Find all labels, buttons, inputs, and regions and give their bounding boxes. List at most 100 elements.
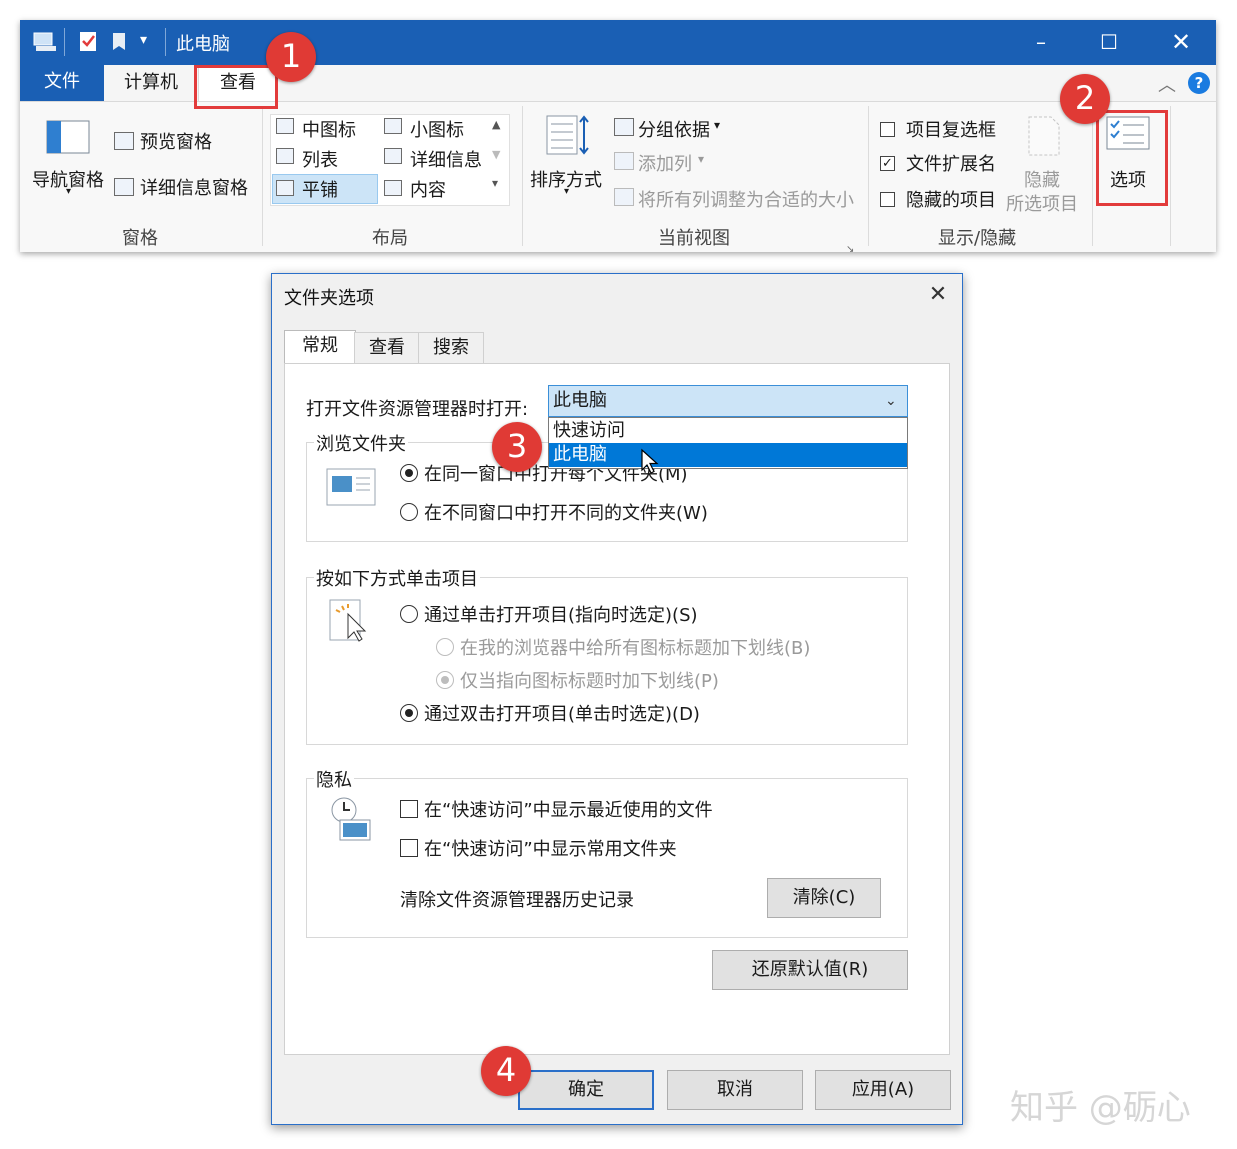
collapse-ribbon-icon[interactable]: ︿ <box>1158 71 1176 97</box>
hide-selected-label-1[interactable]: 隐藏 <box>1024 166 1060 192</box>
properties-icon[interactable] <box>78 30 100 54</box>
window-title: 此电脑 <box>176 34 230 55</box>
frequent-folders-checkbox[interactable] <box>400 839 418 857</box>
step-badge-1: 1 <box>266 32 316 82</box>
dropdown-selected-value: 此电脑 <box>553 390 607 411</box>
details-icon <box>384 148 402 164</box>
browse-different-window-label: 在不同窗口中打开不同的文件夹(W) <box>424 503 708 524</box>
frequent-folders-label: 在“快速访问”中显示常用文件夹 <box>424 839 677 860</box>
clear-button[interactable]: 清除(C) <box>767 878 881 918</box>
privacy-clock-icon <box>331 797 371 841</box>
details-pane-icon <box>114 178 134 196</box>
nav-pane-dropdown-icon[interactable]: ▾ <box>66 186 71 197</box>
explorer-window: ▾ 此电脑 – ☐ ✕ 文件 计算机 查看 ︿ ? 导航窗格 ▾ 预览窗格 详细… <box>20 20 1216 255</box>
maximize-icon[interactable]: ☐ <box>1086 26 1132 58</box>
group-separator <box>868 106 869 246</box>
sort-dropdown-icon[interactable]: ▾ <box>564 186 569 197</box>
group-by-button[interactable]: 分组依据 <box>638 116 710 142</box>
hidden-items-checkbox[interactable] <box>880 192 895 207</box>
sort-by-icon <box>546 115 589 155</box>
hidden-items-label: 隐藏的项目 <box>906 190 996 211</box>
navigation-pane-icon <box>46 120 90 154</box>
apply-button[interactable]: 应用(A) <box>815 1070 951 1110</box>
double-click-label: 通过双击打开项目(单击时选定)(D) <box>424 704 700 725</box>
step-badge-3: 3 <box>492 422 542 472</box>
underline-point-label: 仅当指向图标标题时加下划线(P) <box>460 671 719 692</box>
gallery-down-icon[interactable]: ▼ <box>492 148 500 161</box>
group-label-layout: 布局 <box>372 228 408 249</box>
add-columns-button[interactable]: 添加列 <box>638 150 692 176</box>
group-by-dropdown-icon[interactable]: ▾ <box>714 118 720 132</box>
size-columns-icon <box>614 188 634 206</box>
underline-all-label: 在我的浏览器中给所有图标标题加下划线(B) <box>460 638 811 659</box>
item-check-boxes-checkbox[interactable] <box>880 122 895 137</box>
layout-content[interactable]: 内容 <box>410 176 446 202</box>
single-click-radio[interactable] <box>400 605 418 623</box>
tiles-icon <box>276 180 294 196</box>
new-folder-icon[interactable] <box>110 30 130 54</box>
content-icon <box>384 180 402 196</box>
recent-files-label: 在“快速访问”中显示最近使用的文件 <box>424 800 713 821</box>
qat-divider <box>64 28 65 56</box>
add-columns-dropdown-icon[interactable]: ▾ <box>698 152 704 166</box>
dropdown-option-this-pc[interactable]: 此电脑 <box>549 443 907 467</box>
tab-computer[interactable]: 计算机 <box>112 65 190 101</box>
watermark: 知乎 @砺心 <box>1010 1088 1191 1128</box>
group-separator <box>1092 106 1093 246</box>
browse-folders-legend: 浏览文件夹 <box>314 430 408 456</box>
dropdown-option-quick-access[interactable]: 快速访问 <box>549 419 907 443</box>
ok-button[interactable]: 确定 <box>518 1070 654 1110</box>
layout-details[interactable]: 详细信息 <box>410 146 482 172</box>
qat-dropdown-icon[interactable]: ▾ <box>140 32 147 48</box>
callout-box-options <box>1096 110 1168 206</box>
group-label-panes: 窗格 <box>122 228 158 249</box>
close-icon[interactable]: ✕ <box>1158 26 1204 58</box>
layout-tiles[interactable]: 平铺 <box>302 176 338 202</box>
gallery-up-icon[interactable]: ▲ <box>492 118 500 131</box>
group-label-show-hide: 显示/隐藏 <box>938 228 1017 249</box>
group-label-current-view: 当前视图 <box>658 228 730 249</box>
hide-selected-icon <box>1028 116 1060 156</box>
layout-medium-icons[interactable]: 中图标 <box>302 116 356 142</box>
group-by-icon <box>614 118 634 136</box>
click-items-legend: 按如下方式单击项目 <box>314 565 480 591</box>
callout-box-view-tab <box>194 65 278 109</box>
tab-view[interactable]: 查看 <box>354 332 420 363</box>
tab-general[interactable]: 常规 <box>284 330 356 365</box>
file-extensions-checkbox[interactable]: ✓ <box>880 156 895 171</box>
open-explorer-dropdown[interactable]: 此电脑 ⌄ <box>548 385 908 417</box>
clear-history-label: 清除文件资源管理器历史记录 <box>400 890 634 911</box>
minimize-icon[interactable]: – <box>1018 26 1064 58</box>
mouse-cursor-icon <box>641 448 659 474</box>
details-pane-button[interactable]: 详细信息窗格 <box>140 174 248 200</box>
cancel-button[interactable]: 取消 <box>667 1070 803 1110</box>
size-all-columns-button[interactable]: 将所有列调整为合适的大小 <box>638 186 854 212</box>
group-separator <box>522 106 523 246</box>
help-icon[interactable]: ? <box>1188 72 1210 94</box>
browse-different-window-radio[interactable] <box>400 503 418 521</box>
add-columns-icon <box>614 152 634 170</box>
browse-same-window-radio[interactable] <box>400 464 418 482</box>
layout-small-icons[interactable]: 小图标 <box>410 116 464 142</box>
folder-options-dialog: 文件夹选项 ✕ 常规 查看 搜索 打开文件资源管理器时打开: 浏览文件夹 在同一… <box>271 273 963 1125</box>
restore-defaults-button[interactable]: 还原默认值(R) <box>712 950 908 990</box>
single-click-label: 通过单击打开项目(指向时选定)(S) <box>424 605 698 626</box>
view-options-launcher-icon[interactable]: ↘ <box>846 244 854 255</box>
qat-divider <box>165 28 166 56</box>
underline-point-radio[interactable] <box>436 671 454 689</box>
layout-list[interactable]: 列表 <box>302 146 338 172</box>
open-explorer-dropdown-list: 快速访问 此电脑 <box>548 417 908 469</box>
tab-file[interactable]: 文件 <box>20 65 104 101</box>
browse-folders-icon <box>326 468 376 506</box>
gallery-more-icon[interactable]: ▾ <box>492 176 498 190</box>
double-click-radio[interactable] <box>400 704 418 722</box>
file-extensions-label: 文件扩展名 <box>906 154 996 175</box>
hide-selected-label-2[interactable]: 所选项目 <box>1006 190 1078 216</box>
preview-pane-button[interactable]: 预览窗格 <box>140 128 212 154</box>
group-separator <box>262 106 263 246</box>
recent-files-checkbox[interactable] <box>400 800 418 818</box>
dialog-close-icon[interactable]: ✕ <box>920 280 956 310</box>
underline-all-radio[interactable] <box>436 638 454 656</box>
item-check-boxes-label: 项目复选框 <box>906 120 996 141</box>
tab-search[interactable]: 搜索 <box>418 332 484 363</box>
